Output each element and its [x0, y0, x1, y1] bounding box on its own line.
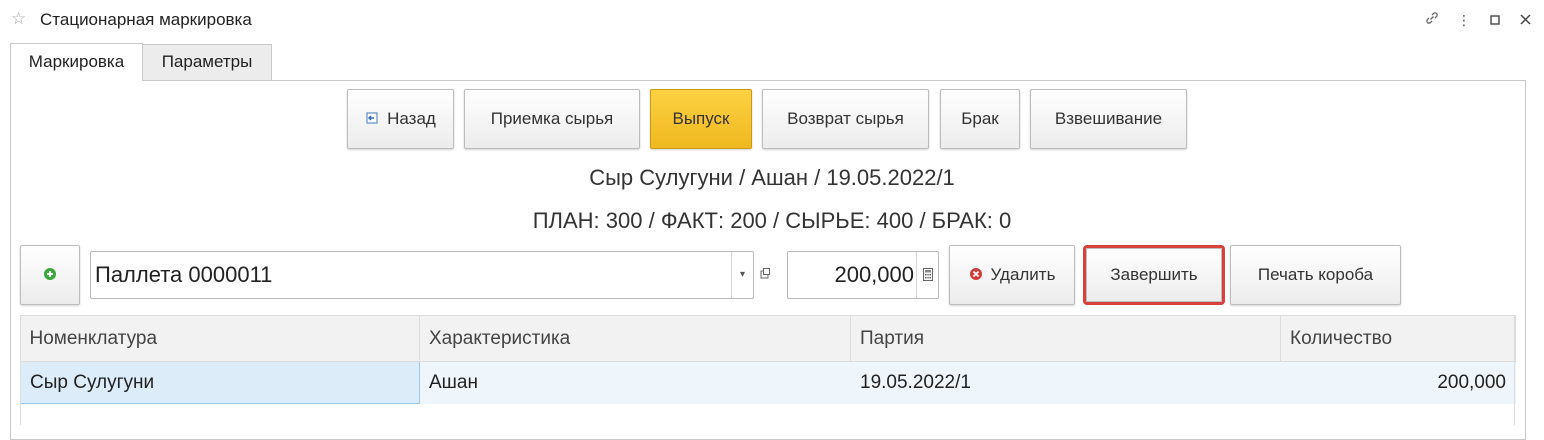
- back-button[interactable]: Назад: [347, 89, 454, 149]
- delete-label: Удалить: [990, 265, 1056, 284]
- cell-batch[interactable]: 19.05.2022/1: [850, 361, 1281, 404]
- delete-button[interactable]: Удалить: [949, 245, 1075, 305]
- stats-line: ПЛАН: 300 / ФАКТ: 200 / СЫРЬЕ: 400 / БРА…: [532, 208, 1012, 233]
- weighing-label: Взвешивание: [1054, 109, 1163, 128]
- column-header-batch[interactable]: Партия: [850, 315, 1281, 362]
- release-label: Выпуск: [672, 109, 730, 128]
- defect-label: Брак: [961, 109, 999, 128]
- column-header-nomenclature[interactable]: Номенклатура: [20, 315, 420, 362]
- cell-quantity[interactable]: 200,000: [1280, 361, 1516, 404]
- product-line: Сыр Сулугуни / Ашан / 19.05.2022/1: [589, 165, 955, 190]
- window-titlebar: ☆ Стационарная маркировка ⋮: [0, 0, 1544, 40]
- release-button[interactable]: Выпуск: [650, 89, 752, 149]
- finish-button[interactable]: Завершить: [1086, 248, 1222, 302]
- column-header-characteristic[interactable]: Характеристика: [419, 315, 851, 362]
- tab-parametry[interactable]: Параметры: [142, 44, 272, 80]
- finish-label: Завершить: [1110, 265, 1198, 284]
- open-icon[interactable]: [758, 266, 774, 282]
- intake-label: Приемка сырья: [490, 109, 614, 128]
- items-table: Номенклатура Характеристика Партия Колич…: [20, 315, 1516, 404]
- add-button[interactable]: [20, 245, 80, 305]
- back-icon: [365, 91, 379, 149]
- print-box-button[interactable]: Печать короба: [1230, 245, 1401, 305]
- cell-nomenclature[interactable]: Сыр Сулугуни: [20, 361, 420, 404]
- delete-icon: [969, 247, 983, 305]
- table-row[interactable]: Сыр Сулугуни Ашан 19.05.2022/1 200,000: [20, 361, 1516, 404]
- table-header-row: Номенклатура Характеристика Партия Колич…: [20, 315, 1516, 362]
- close-icon[interactable]: [1516, 10, 1534, 30]
- tab-markirovka[interactable]: Маркировка: [10, 43, 143, 81]
- return-raw-button[interactable]: Возврат сырья: [762, 89, 929, 149]
- window-title: Стационарная маркировка: [40, 10, 252, 29]
- more-icon[interactable]: ⋮: [1455, 10, 1473, 30]
- tab-label: Маркировка: [28, 52, 125, 71]
- link-icon[interactable]: [1423, 10, 1441, 30]
- weighing-button[interactable]: Взвешивание: [1030, 89, 1187, 149]
- pallet-value: Паллета 0000011: [95, 262, 273, 287]
- calculator-icon[interactable]: [916, 252, 938, 298]
- defect-button[interactable]: Брак: [940, 89, 1020, 149]
- cell-characteristic[interactable]: Ашан: [419, 361, 851, 404]
- return-raw-label: Возврат сырья: [787, 109, 904, 128]
- column-header-quantity[interactable]: Количество: [1280, 315, 1516, 362]
- pallet-field[interactable]: Паллета 0000011 ▾: [90, 251, 754, 299]
- quantity-value: 200,000: [834, 262, 914, 287]
- add-icon: [43, 247, 57, 305]
- intake-button[interactable]: Приемка сырья: [464, 89, 640, 149]
- maximize-icon[interactable]: [1486, 10, 1504, 30]
- back-label: Назад: [387, 109, 436, 128]
- star-icon[interactable]: ☆: [11, 9, 26, 29]
- print-box-label: Печать короба: [1257, 265, 1374, 284]
- quantity-field[interactable]: 200,000: [787, 251, 939, 299]
- chevron-down-icon[interactable]: ▾: [731, 252, 753, 298]
- tab-label: Параметры: [161, 52, 253, 71]
